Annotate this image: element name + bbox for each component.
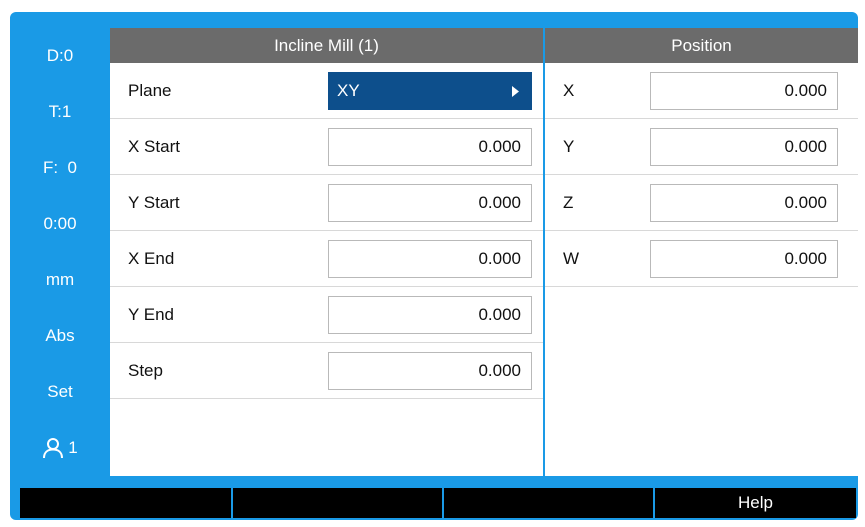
- arrow-right-icon: [512, 85, 519, 97]
- status-sidebar: D:0 T:1 F: 0 0:00 mm Abs Set 1: [10, 28, 110, 476]
- axis-w-field[interactable]: 0.000: [650, 240, 838, 278]
- sidebar-timer-label: 0:00: [43, 214, 77, 233]
- position-row-y: Y 0.000: [545, 119, 858, 175]
- incline-mill-title: Incline Mill (1): [110, 28, 543, 63]
- x-start-field[interactable]: 0.000: [328, 128, 532, 166]
- sidebar-mode[interactable]: Abs: [10, 308, 110, 364]
- position-panel: Position X 0.000 Y 0.000 Z 0.000 W 0.000: [545, 28, 858, 476]
- axis-y-label: Y: [563, 137, 575, 156]
- sidebar-user[interactable]: 1: [10, 420, 110, 476]
- y-start-label: Y Start: [128, 193, 180, 212]
- sidebar-set-label: Set: [47, 382, 73, 401]
- step-field[interactable]: 0.000: [328, 352, 532, 390]
- y-end-label: Y End: [128, 305, 175, 324]
- x-start-row: X Start 0.000: [110, 119, 543, 175]
- position-row-x: X 0.000: [545, 63, 858, 119]
- axis-z-field[interactable]: 0.000: [650, 184, 838, 222]
- position-row-z: Z 0.000: [545, 175, 858, 231]
- sidebar-feed-label: F: 0: [42, 158, 77, 177]
- sidebar-datum-label: D:0: [46, 46, 74, 65]
- softkey-1[interactable]: [20, 488, 231, 518]
- x-end-row: X End 0.000: [110, 231, 543, 287]
- axis-y-field[interactable]: 0.000: [650, 128, 838, 166]
- y-start-row: Y Start 0.000: [110, 175, 543, 231]
- plane-row: Plane XY: [110, 63, 543, 119]
- y-end-row: Y End 0.000: [110, 287, 543, 343]
- plane-value: XY: [337, 81, 360, 100]
- user-icon: [43, 438, 64, 459]
- sidebar-feed[interactable]: F: 0: [10, 140, 110, 196]
- position-row-w: W 0.000: [545, 231, 858, 287]
- plane-label: Plane: [128, 81, 172, 100]
- softkey-bar: Help: [20, 488, 856, 518]
- app-frame: D:0 T:1 F: 0 0:00 mm Abs Set 1 Incline M…: [10, 12, 858, 520]
- step-label: Step: [128, 361, 163, 380]
- sidebar-set[interactable]: Set: [10, 364, 110, 420]
- axis-w-label: W: [563, 249, 580, 268]
- sidebar-units-label: mm: [45, 270, 75, 289]
- sidebar-tool[interactable]: T:1: [10, 84, 110, 140]
- x-start-label: X Start: [128, 137, 180, 156]
- x-end-field[interactable]: 0.000: [328, 240, 532, 278]
- user-count: 1: [68, 438, 78, 457]
- sidebar-datum[interactable]: D:0: [10, 28, 110, 84]
- step-row: Step 0.000: [110, 343, 543, 399]
- y-end-field[interactable]: 0.000: [328, 296, 532, 334]
- axis-x-label: X: [563, 81, 575, 100]
- axis-x-field[interactable]: 0.000: [650, 72, 838, 110]
- softkey-3[interactable]: [444, 488, 653, 518]
- incline-mill-panel: Incline Mill (1) Plane XY X Start 0.000 …: [110, 28, 543, 476]
- position-title: Position: [545, 28, 858, 63]
- axis-z-label: Z: [563, 193, 574, 212]
- help-softkey[interactable]: Help: [655, 488, 856, 518]
- plane-select[interactable]: XY: [328, 72, 532, 110]
- x-end-label: X End: [128, 249, 175, 268]
- sidebar-mode-label: Abs: [45, 326, 75, 345]
- sidebar-units[interactable]: mm: [10, 252, 110, 308]
- softkey-2[interactable]: [233, 488, 442, 518]
- y-start-field[interactable]: 0.000: [328, 184, 532, 222]
- sidebar-tool-label: T:1: [48, 102, 72, 121]
- sidebar-timer[interactable]: 0:00: [10, 196, 110, 252]
